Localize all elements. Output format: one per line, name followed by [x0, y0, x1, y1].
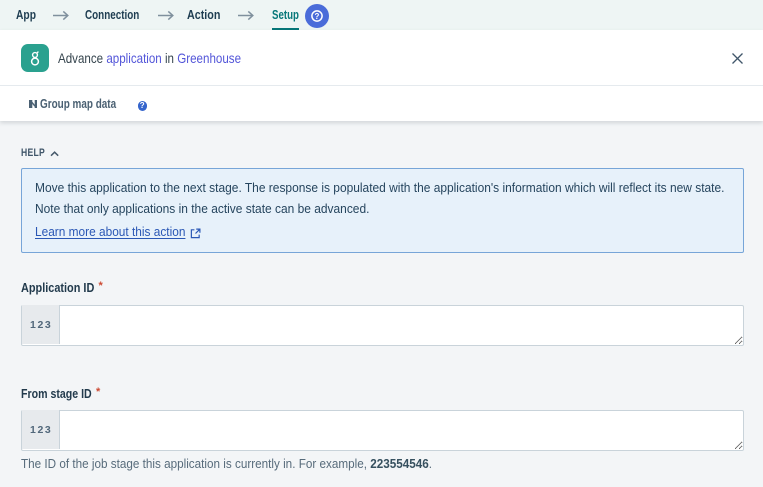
- svg-text:?: ?: [315, 11, 320, 20]
